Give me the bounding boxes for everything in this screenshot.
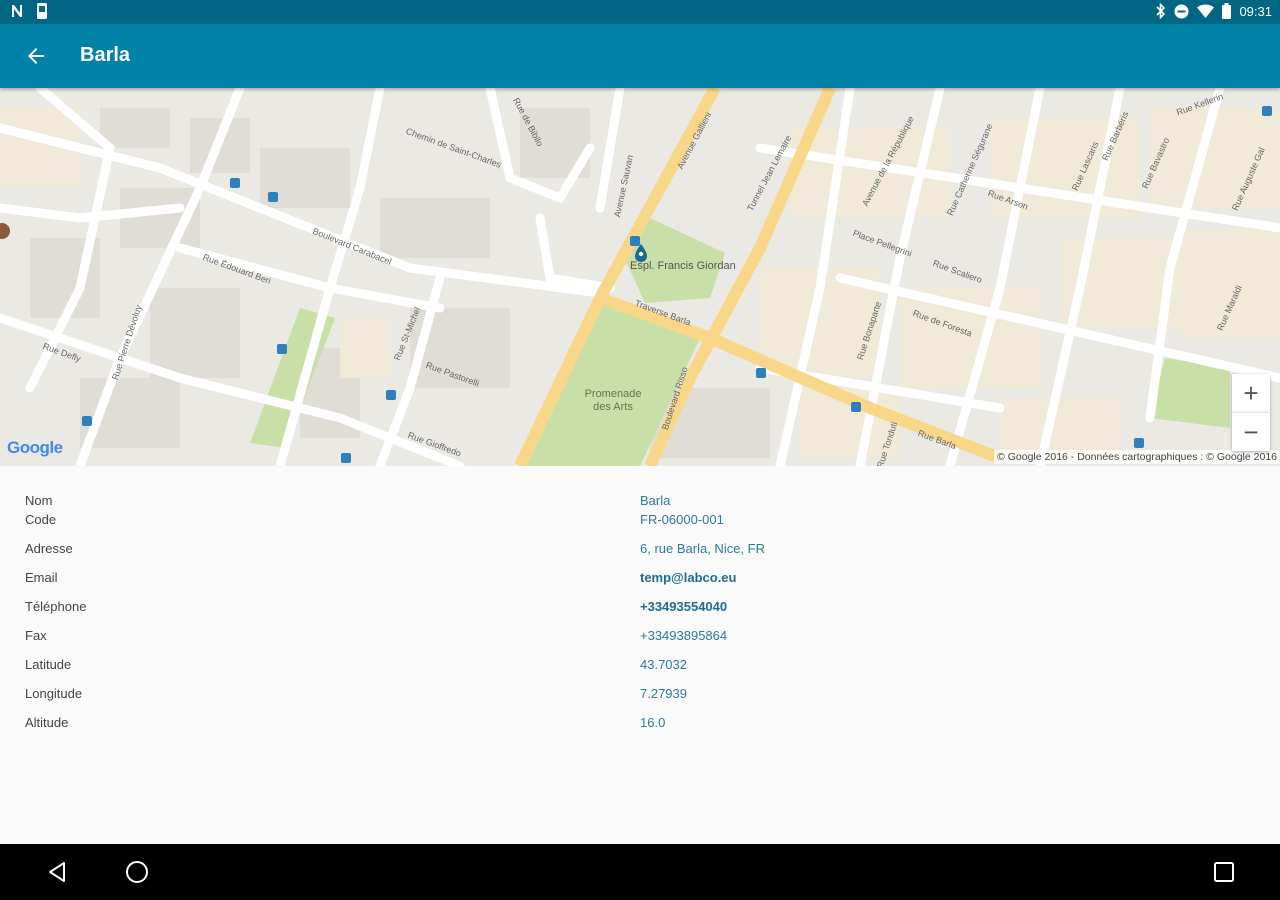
do-not-disturb-icon (1174, 4, 1189, 19)
zoom-in-button[interactable]: + (1232, 374, 1270, 412)
square-recents-icon (1214, 862, 1234, 882)
status-bar-right: 09:31 (1156, 3, 1272, 19)
poi-label: Espl. Francis Giordan (630, 260, 736, 272)
email-link[interactable]: temp@labco.eu (640, 570, 736, 585)
zoom-out-button[interactable]: − (1232, 412, 1270, 451)
details-panel: Nom Barla Code FR-06000-001 Adresse 6, r… (0, 466, 1280, 844)
detail-label: Code (25, 512, 57, 527)
detail-label: Email (25, 570, 58, 585)
detail-value: Barla (640, 493, 671, 508)
phone-notification-icon (36, 3, 48, 19)
wifi-icon (1197, 4, 1215, 18)
google-logo: Google (7, 438, 63, 458)
n-notification-icon (10, 4, 26, 18)
detail-label: Nom (25, 493, 53, 508)
google-logo-text: Google (7, 438, 63, 457)
app-bar: Barla (0, 24, 1280, 88)
status-bar: 09:31 (0, 0, 1280, 24)
address-link[interactable]: 6, rue Barla, Nice, FR (640, 541, 765, 556)
detail-row-latitude: Latitude 43.7032 (0, 657, 1280, 677)
park-label: Promenade des Arts (584, 388, 642, 413)
detail-row-telephone: Téléphone +33493554040 (0, 599, 1280, 619)
status-bar-left (10, 3, 48, 19)
nav-home-button[interactable] (123, 858, 151, 886)
battery-icon (1222, 3, 1232, 19)
detail-value: 43.7032 (640, 657, 687, 672)
map-view[interactable]: Chemin de Saint-Charles Rue de Bibilo Av… (0, 88, 1280, 466)
bluetooth-icon (1156, 3, 1166, 19)
nav-back-button[interactable] (43, 858, 71, 886)
detail-row-code: Code FR-06000-001 (0, 512, 1280, 532)
phone-link[interactable]: +33493554040 (640, 599, 727, 614)
detail-row-longitude: Longitude 7.27939 (0, 686, 1280, 706)
detail-value: 16.0 (640, 715, 666, 730)
detail-value: FR-06000-001 (640, 512, 724, 527)
system-nav-bar (0, 844, 1280, 900)
detail-value: +33493895864 (640, 628, 728, 643)
map-attribution: © Google 2016 - Données cartographiques … (994, 450, 1280, 464)
detail-label: Altitude (25, 715, 69, 730)
back-button[interactable] (18, 38, 54, 74)
detail-row-nom: Nom Barla (0, 493, 1280, 513)
detail-row-fax: Fax +33493895864 (0, 628, 1280, 648)
detail-row-adresse: Adresse 6, rue Barla, Nice, FR (0, 541, 1280, 561)
detail-row-altitude: Altitude 16.0 (0, 715, 1280, 735)
page-title: Barla (80, 44, 131, 66)
circle-home-icon (126, 861, 148, 883)
triangle-back-icon (49, 862, 65, 882)
status-time: 09:31 (1239, 3, 1272, 19)
detail-label: Téléphone (25, 599, 87, 614)
nav-recents-button[interactable] (1210, 858, 1238, 886)
detail-row-email: Email temp@labco.eu (0, 570, 1280, 590)
detail-value: 7.27939 (640, 686, 687, 701)
detail-label: Fax (25, 628, 47, 643)
detail-label: Adresse (25, 541, 73, 556)
detail-label: Latitude (25, 657, 72, 672)
arrow-left-icon (28, 48, 44, 64)
detail-label: Longitude (25, 686, 83, 701)
